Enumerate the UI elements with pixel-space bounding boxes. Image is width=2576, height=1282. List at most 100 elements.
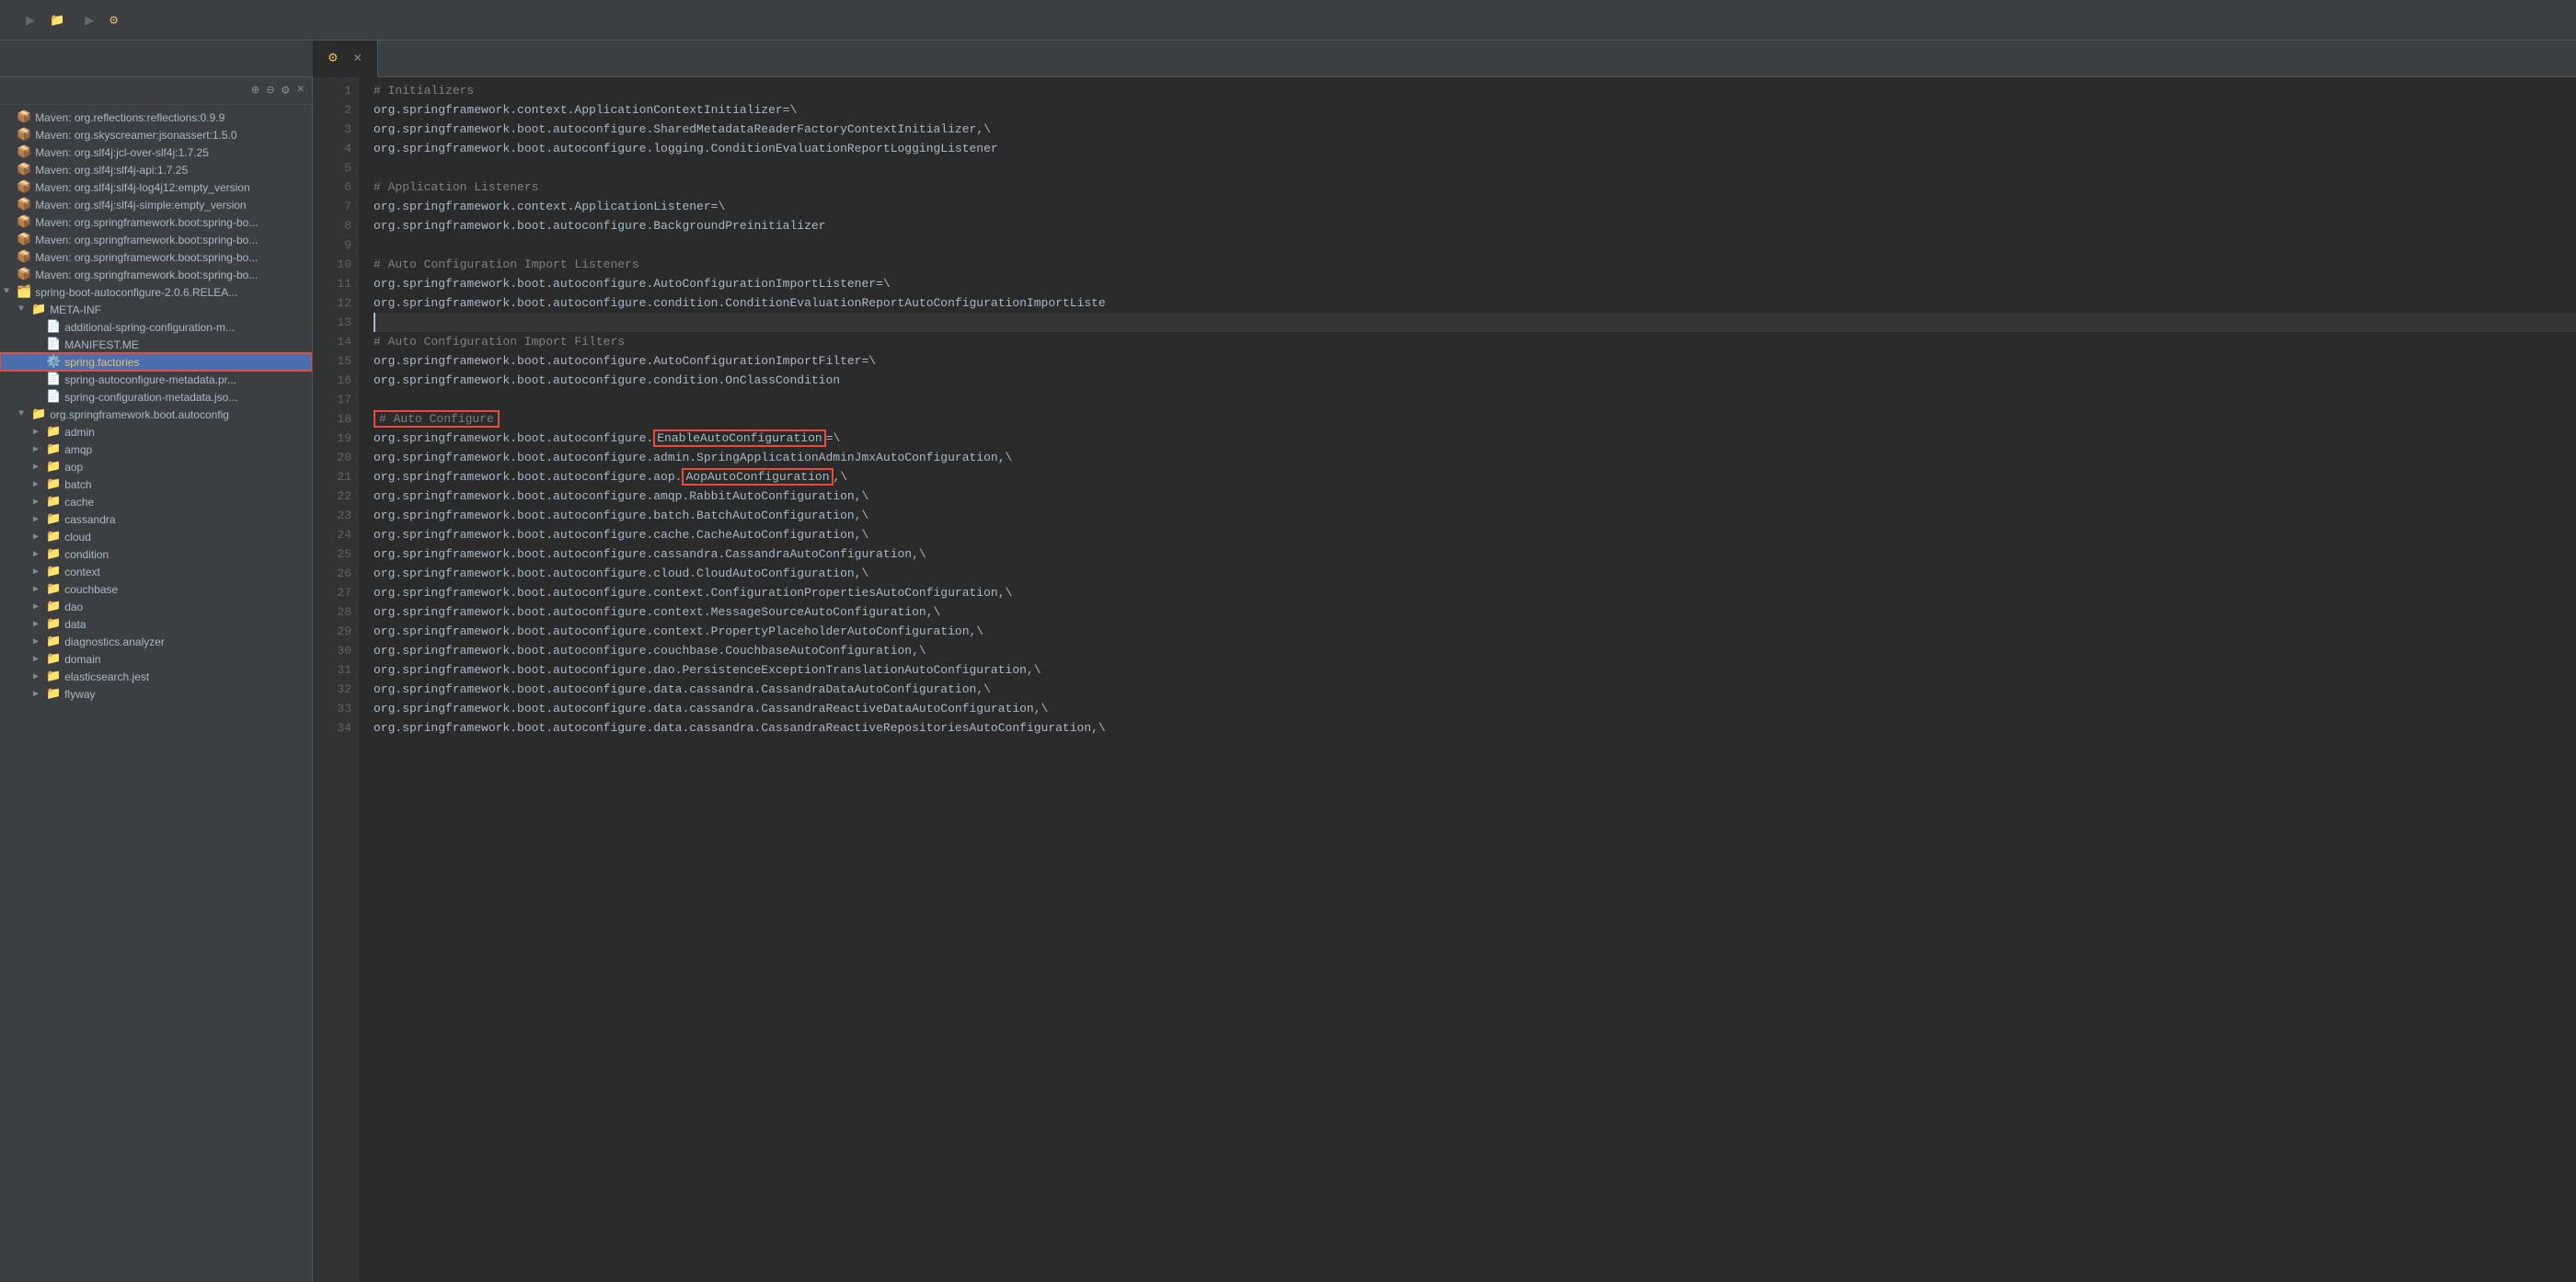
- tree-item-cache[interactable]: ▶📁cache: [0, 493, 312, 510]
- code-text: org.springframework.boot.autoconfigure.l…: [374, 139, 998, 158]
- tree-item-icon: 📁: [46, 687, 61, 701]
- line-number: 11: [313, 274, 351, 293]
- tree-item-maven--org-slf4j-slf4j-simple-[interactable]: 📦Maven: org.slf4j:slf4j-simple:empty_ver…: [0, 196, 312, 213]
- tree-item-label: amqp: [64, 443, 92, 456]
- spring-factories-icon-title: ⚙: [109, 14, 119, 27]
- tree-item-condition[interactable]: ▶📁condition: [0, 545, 312, 563]
- line-number: 32: [313, 680, 351, 699]
- tree-item-icon: 📄: [46, 390, 61, 404]
- tree-item-label: cassandra: [64, 513, 115, 526]
- tree-item-maven--org-springframework-boo[interactable]: 📦Maven: org.springframework.boot:spring-…: [0, 231, 312, 248]
- code-area[interactable]: # Initializersorg.springframework.contex…: [359, 77, 2576, 1282]
- tree-item-spring-configuration-metadata-[interactable]: 📄spring-configuration-metadata.jso...: [0, 388, 312, 406]
- tree-item-maven--org-slf4j-slf4j-api-1-7[interactable]: 📦Maven: org.slf4j:slf4j-api:1.7.25: [0, 161, 312, 178]
- tree-item-icon: 📦: [17, 180, 31, 194]
- close-sidebar-icon[interactable]: ×: [297, 83, 305, 98]
- tree-item-label: spring-autoconfigure-metadata.pr...: [64, 373, 236, 386]
- line-number: 26: [313, 564, 351, 583]
- tree-item-maven--org-slf4j-slf4j-log4j12[interactable]: 📦 Maven: org.slf4j:slf4j-log4j12:empty_ve…: [0, 178, 312, 196]
- tree-arrow: ▶: [33, 479, 46, 490]
- tree-item-maven--org-springframework-boo[interactable]: 📦Maven: org.springframework.boot:spring-…: [0, 266, 312, 283]
- tree-item-domain[interactable]: ▶📁domain: [0, 650, 312, 668]
- tree-item-cloud[interactable]: ▶📁cloud: [0, 528, 312, 545]
- collapse-all-icon[interactable]: ⊖: [267, 83, 274, 98]
- tree-item-icon: 📁: [46, 635, 61, 648]
- tree-item-label: Maven: org.slf4j:slf4j-log4j12:empty_ver…: [35, 181, 249, 194]
- line-number: 18: [313, 409, 351, 429]
- tree-item-additional-spring-configuratio[interactable]: 📄additional-spring-configuration-m...: [0, 318, 312, 336]
- code-line: org.springframework.boot.autoconfigure.c…: [374, 525, 2576, 544]
- tree-item-icon: 📁: [46, 442, 61, 456]
- code-line: org.springframework.boot.autoconfigure.c…: [374, 544, 2576, 564]
- tree-item-maven--org-reflections-reflect[interactable]: 📦Maven: org.reflections:reflections:0.9.…: [0, 109, 312, 126]
- tree-item-data[interactable]: ▶📁data: [0, 615, 312, 633]
- tree-item-icon: 📁: [46, 582, 61, 596]
- tree-item-label: org.springframework.boot.autoconfig: [50, 408, 229, 421]
- code-line: [374, 158, 2576, 177]
- tree-item-batch[interactable]: ▶📁batch: [0, 475, 312, 493]
- tree-item-maven--org-skyscreamer-jsonass[interactable]: 📦Maven: org.skyscreamer:jsonassert:1.5.0: [0, 126, 312, 143]
- line-number: 22: [313, 486, 351, 506]
- line-number: 33: [313, 699, 351, 718]
- tree-item-org-springframework-boot-autoc[interactable]: ▼📁org.springframework.boot.autoconfig: [0, 406, 312, 423]
- line-number: 29: [313, 622, 351, 641]
- code-line: org.springframework.boot.autoconfigure.E…: [374, 429, 2576, 448]
- tree-item-label: Maven: org.springframework.boot:spring-b…: [35, 251, 258, 264]
- tree-item-diagnostics-analyzer[interactable]: ▶📁diagnostics.analyzer: [0, 633, 312, 650]
- folder-icon: 📁: [50, 13, 64, 28]
- tree-item-context[interactable]: ▶📁context: [0, 563, 312, 580]
- tree-item-icon: 📁: [31, 303, 46, 316]
- code-line: org.springframework.boot.autoconfigure.a…: [374, 467, 2576, 486]
- tree-item-maven--org-springframework-boo[interactable]: 📦 Maven: org.springframework.boot:spring-…: [0, 248, 312, 266]
- tree-item-label: domain: [64, 653, 100, 666]
- tree-item-spring-autoconfigure-metadata-[interactable]: 📄spring-autoconfigure-metadata.pr...: [0, 371, 312, 388]
- tree-item-maven--org-slf4j-jcl-over-slf4[interactable]: 📦Maven: org.slf4j:jcl-over-slf4j:1.7.25: [0, 143, 312, 161]
- tab-close-button[interactable]: ✕: [353, 52, 362, 64]
- code-line: org.springframework.boot.autoconfigure.a…: [374, 448, 2576, 467]
- tree-arrow: ▶: [33, 567, 46, 578]
- tree-item-flyway[interactable]: ▶📁flyway: [0, 685, 312, 703]
- code-line: org.springframework.boot.autoconfigure.A…: [374, 274, 2576, 293]
- tree-arrow: ▶: [33, 497, 46, 508]
- tree-item-label: batch: [64, 478, 91, 491]
- tree-item-icon: 📦: [17, 215, 31, 229]
- code-text: org.springframework.boot.autoconfigure.a…: [374, 448, 1012, 467]
- code-line: org.springframework.boot.autoconfigure.c…: [374, 564, 2576, 583]
- tree-item-label: Maven: org.skyscreamer:jsonassert:1.5.0: [35, 129, 236, 142]
- expand-all-icon[interactable]: ⊕: [251, 83, 259, 98]
- line-number: 1: [313, 81, 351, 100]
- code-text: org.springframework.context.ApplicationC…: [374, 100, 797, 120]
- code-text: org.springframework.boot.autoconfigure.c…: [374, 293, 1106, 313]
- tree-item-couchbase[interactable]: ▶📁couchbase: [0, 580, 312, 598]
- tree-item-dao[interactable]: ▶📁dao: [0, 598, 312, 615]
- code-text: org.springframework.boot.autoconfigure.d…: [374, 680, 991, 699]
- tree-item-spring-factories[interactable]: ⚙️spring.factories: [0, 353, 312, 371]
- tree-item-manifest-me[interactable]: 📄MANIFEST.ME: [0, 336, 312, 353]
- code-text: org.springframework.boot.autoconfigure.B…: [374, 216, 825, 235]
- code-line: org.springframework.boot.autoconfigure.b…: [374, 506, 2576, 525]
- tree-item-label: META-INF: [50, 303, 101, 316]
- tree-item-aop[interactable]: ▶📁aop: [0, 458, 312, 475]
- line-number: 30: [313, 641, 351, 660]
- tree-item-spring-boot-autoconfigure-2-0-[interactable]: ▼🗂️spring-boot-autoconfigure-2.0.6.RELEA…: [0, 283, 312, 301]
- tree-item-cassandra[interactable]: ▶📁cassandra: [0, 510, 312, 528]
- tree-item-label: condition: [64, 548, 109, 561]
- spring-factories-breadcrumb: ⚙: [109, 14, 124, 27]
- code-text: org.springframework.boot.autoconfigure.c…: [374, 602, 940, 622]
- tree-item-meta-inf[interactable]: ▼📁META-INF: [0, 301, 312, 318]
- tree-item-label: MANIFEST.ME: [64, 338, 139, 351]
- tree-item-elasticsearch-jest[interactable]: ▶📁elasticsearch.jest: [0, 668, 312, 685]
- tree-item-label: spring.factories: [64, 356, 139, 369]
- sidebar: ⊕ ⊖ ⚙ × 📦Maven: org.reflections:reflecti…: [0, 77, 313, 1282]
- code-text: org.springframework.boot.autoconfigure.b…: [374, 506, 868, 525]
- tree-item-icon: 📦: [17, 250, 31, 264]
- sidebar-header-icons: ⊕ ⊖ ⚙ ×: [251, 83, 305, 98]
- tree-item-admin[interactable]: ▶📁admin: [0, 423, 312, 441]
- tree-item-maven--org-springframework-boo[interactable]: 📦Maven: org.springframework.boot:spring-…: [0, 213, 312, 231]
- code-line: org.springframework.boot.autoconfigure.a…: [374, 486, 2576, 506]
- tree-item-label: cloud: [64, 531, 91, 544]
- tab-spring-factories[interactable]: ⚙ ✕: [313, 40, 378, 77]
- tree-item-icon: 📄: [46, 320, 61, 334]
- tree-item-amqp[interactable]: ▶📁amqp: [0, 441, 312, 458]
- settings-icon[interactable]: ⚙: [282, 83, 289, 98]
